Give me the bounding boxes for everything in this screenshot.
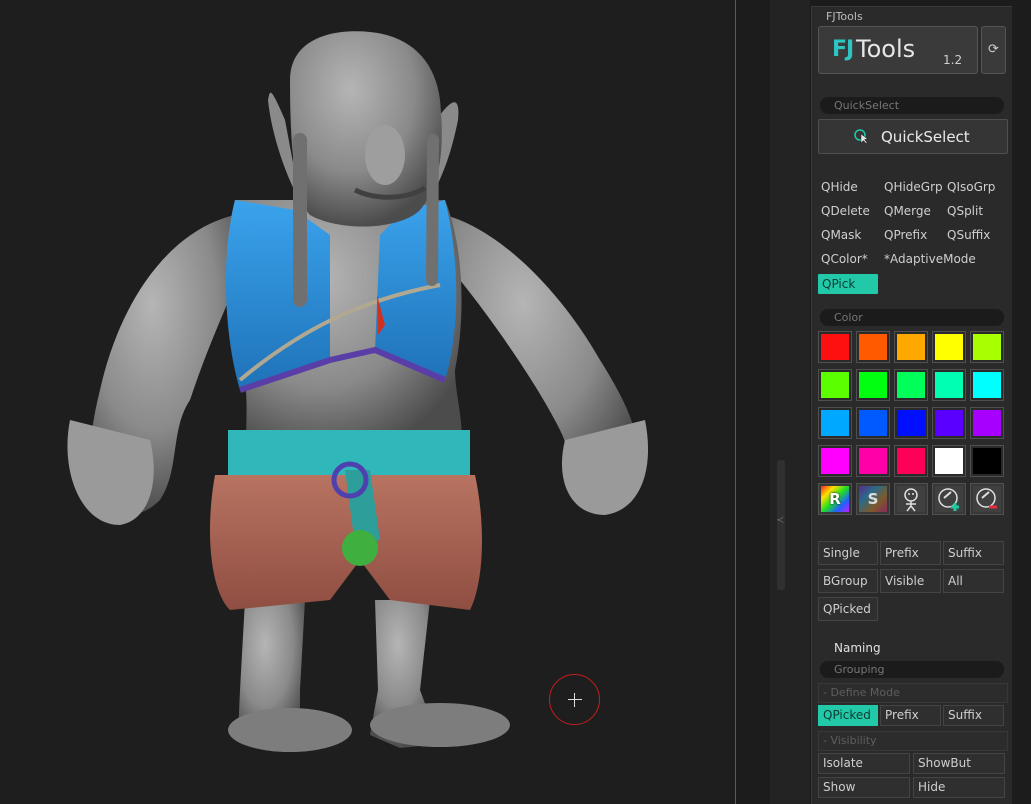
- show-button[interactable]: Show: [818, 777, 910, 798]
- swatch-fill: [821, 372, 849, 398]
- color-swatch[interactable]: [932, 445, 966, 477]
- visible-button[interactable]: Visible: [880, 569, 941, 593]
- color-swatch[interactable]: [894, 369, 928, 401]
- cursor-target-icon: [854, 129, 869, 144]
- color-swatch[interactable]: [856, 369, 890, 401]
- swatch-fill: [821, 448, 849, 474]
- version-label: 1.2: [943, 53, 963, 67]
- swatch-fill: [897, 410, 925, 436]
- swatch-fill: [859, 410, 887, 436]
- color-swatch[interactable]: [856, 445, 890, 477]
- color-swatch[interactable]: [894, 331, 928, 363]
- swatch-fill: [859, 372, 887, 398]
- eyedropper-remove-icon[interactable]: [970, 483, 1004, 515]
- crosshair-icon: [568, 693, 582, 707]
- fj-logo: FJ: [832, 37, 854, 62]
- adaptive-mode-button[interactable]: *AdaptiveMode: [884, 249, 976, 269]
- color-swatch[interactable]: [970, 407, 1004, 439]
- swatch-fill: [897, 334, 925, 360]
- swatch-fill: [897, 372, 925, 398]
- tray-gutter: [736, 0, 770, 804]
- collapse-arrow-icon[interactable]: ≺: [776, 515, 784, 526]
- refresh-icon[interactable]: ⟳: [981, 26, 1006, 74]
- swatch-fill: [973, 334, 1001, 360]
- qmerge-button[interactable]: QMerge: [884, 201, 931, 221]
- qdelete-button[interactable]: QDelete: [821, 201, 870, 221]
- rainbow-select-icon[interactable]: S: [856, 483, 890, 515]
- bgroup-button[interactable]: BGroup: [818, 569, 878, 593]
- color-swatch[interactable]: [970, 331, 1004, 363]
- swatch-fill: [897, 448, 925, 474]
- color-swatch[interactable]: [818, 445, 852, 477]
- qhide-button[interactable]: QHide: [821, 177, 858, 197]
- color-swatch[interactable]: [932, 407, 966, 439]
- color-header[interactable]: Color: [820, 309, 1004, 326]
- qprefix-button[interactable]: QPrefix: [884, 225, 927, 245]
- define-mode-label[interactable]: - Define Mode: [818, 683, 1008, 703]
- swatch-fill: [935, 410, 963, 436]
- visibility-label[interactable]: - Visibility: [818, 731, 1008, 751]
- swatch-fill: [821, 410, 849, 436]
- naming-label[interactable]: Naming: [834, 641, 881, 655]
- swatch-fill: [935, 448, 963, 474]
- panel-title: FJTools: [826, 10, 863, 23]
- qsuffix-button[interactable]: QSuffix: [947, 225, 990, 245]
- color-swatch[interactable]: [856, 331, 890, 363]
- swatch-fill: [973, 372, 1001, 398]
- color-swatch[interactable]: [856, 407, 890, 439]
- swatch-fill: [859, 334, 887, 360]
- all-button[interactable]: All: [943, 569, 1004, 593]
- color-swatch[interactable]: [894, 407, 928, 439]
- rainbow-select-label: S: [859, 486, 887, 512]
- stick-figure-icon[interactable]: [894, 483, 928, 515]
- showbut-button[interactable]: ShowBut: [913, 753, 1005, 774]
- qmask-button[interactable]: QMask: [821, 225, 861, 245]
- suffix-button[interactable]: Suffix: [943, 541, 1004, 565]
- hide-button[interactable]: Hide: [913, 777, 1005, 798]
- quickselect-header[interactable]: QuickSelect: [820, 97, 1004, 114]
- color-swatch[interactable]: [970, 369, 1004, 401]
- quickselect-button[interactable]: QuickSelect: [818, 119, 1008, 154]
- rainbow-random-label: R: [821, 486, 849, 512]
- quickselect-label: QuickSelect: [881, 128, 970, 146]
- color-swatch[interactable]: [932, 369, 966, 401]
- brush-cursor: [549, 674, 600, 725]
- swatch-fill: [935, 334, 963, 360]
- color-swatch[interactable]: [970, 445, 1004, 477]
- rainbow-random-icon[interactable]: R: [818, 483, 852, 515]
- swatch-fill: [973, 410, 1001, 436]
- tray-scrollbar[interactable]: [770, 0, 810, 804]
- qpicked-button[interactable]: QPicked: [818, 597, 878, 621]
- swatch-fill: [859, 448, 887, 474]
- fjtools-logo-button[interactable]: FJ Tools 1.2: [818, 26, 978, 74]
- define-prefix-button[interactable]: Prefix: [880, 705, 941, 726]
- troll-sculpt: [67, 31, 649, 752]
- logo-name: Tools: [856, 35, 916, 63]
- color-swatch[interactable]: [894, 445, 928, 477]
- qpick-button[interactable]: QPick: [818, 274, 878, 294]
- qisogrp-button[interactable]: QIsoGrp: [947, 177, 995, 197]
- fjtools-panel: FJTools FJ Tools 1.2 ⟳ QuickSelect Quick…: [811, 6, 1012, 804]
- qcolor-button[interactable]: QColor*: [821, 249, 868, 269]
- swatch-fill: [973, 448, 1001, 474]
- color-swatch[interactable]: [818, 369, 852, 401]
- color-swatch[interactable]: [932, 331, 966, 363]
- qsplit-button[interactable]: QSplit: [947, 201, 983, 221]
- grouping-header[interactable]: Grouping: [820, 661, 1004, 678]
- prefix-button[interactable]: Prefix: [880, 541, 941, 565]
- isolate-button[interactable]: Isolate: [818, 753, 910, 774]
- swatch-fill: [935, 372, 963, 398]
- single-button[interactable]: Single: [818, 541, 878, 565]
- define-qpicked-button[interactable]: QPicked: [818, 705, 878, 726]
- qhidegrp-button[interactable]: QHideGrp: [884, 177, 943, 197]
- viewport-canvas[interactable]: [0, 0, 735, 804]
- swatch-fill: [821, 334, 849, 360]
- color-swatch[interactable]: [818, 331, 852, 363]
- define-suffix-button[interactable]: Suffix: [943, 705, 1004, 726]
- color-swatch[interactable]: [818, 407, 852, 439]
- eyedropper-add-icon[interactable]: [932, 483, 966, 515]
